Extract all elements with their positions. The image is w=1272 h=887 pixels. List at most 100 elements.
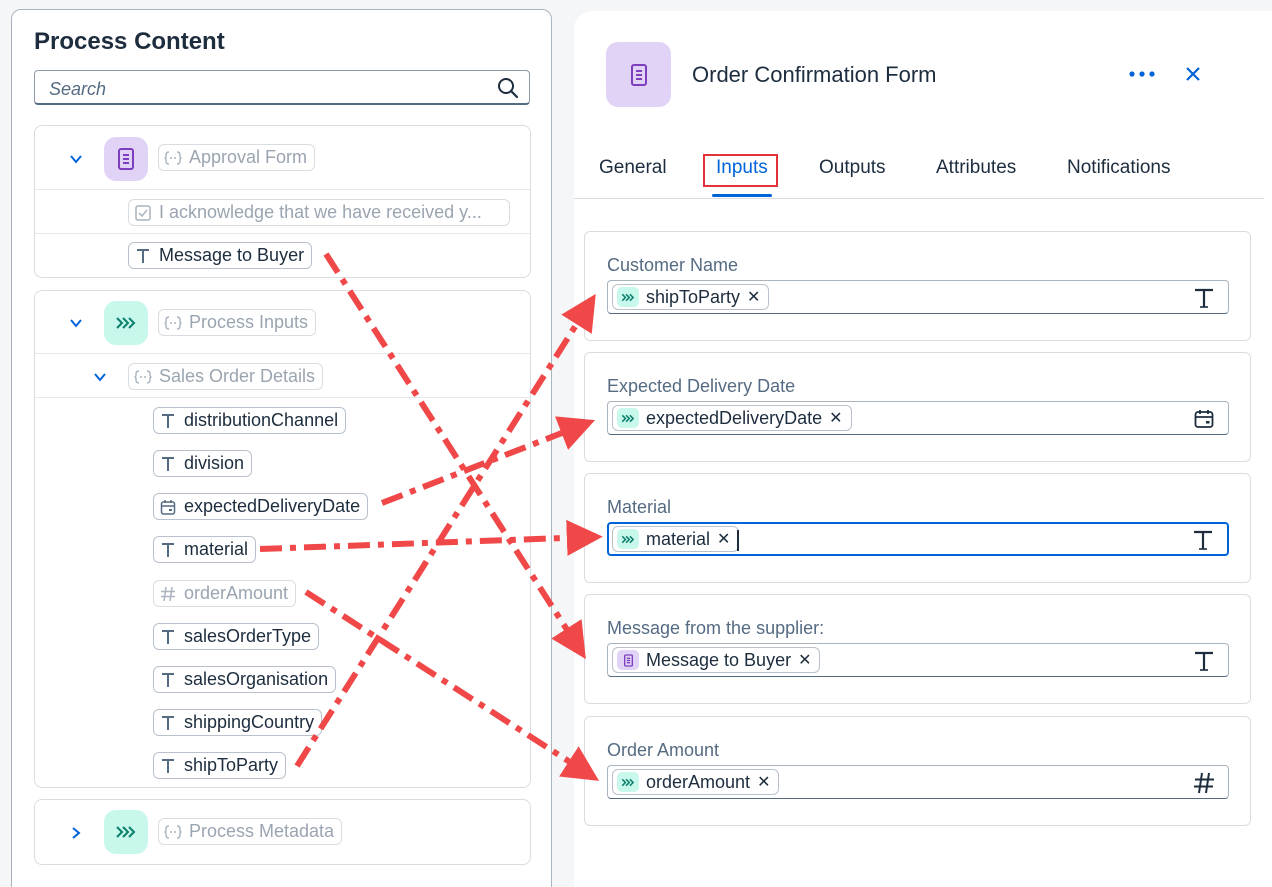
token-label: shipToParty [646, 286, 741, 307]
order-amount-token[interactable]: orderAmount [153, 580, 297, 607]
tab-notifications[interactable]: Notifications [1067, 157, 1171, 179]
search-input[interactable]: Search [34, 70, 530, 105]
ship-to-party-token[interactable]: shipToParty [153, 752, 287, 779]
divider [35, 189, 530, 190]
tab-outputs[interactable]: Outputs [819, 157, 886, 179]
chevron-down-icon[interactable] [93, 370, 107, 384]
text-type-icon [1192, 649, 1216, 673]
chevron-right-icon[interactable] [69, 826, 83, 840]
tab-general[interactable]: General [599, 157, 667, 179]
token-label: shippingCountry [184, 712, 315, 732]
tab-inputs[interactable]: Inputs [716, 157, 768, 179]
shipping-country-token[interactable]: shippingCountry [153, 709, 323, 736]
message-to-buyer-token[interactable]: Message to Buyer [128, 242, 313, 269]
customer-name-input[interactable]: shipToParty ✕ [607, 280, 1229, 314]
form-icon [606, 42, 671, 107]
process-inputs-avatar-icon [104, 301, 148, 345]
remove-token-icon[interactable]: ✕ [829, 408, 842, 428]
token-label: salesOrganisation [184, 669, 329, 689]
sales-order-type-token[interactable]: salesOrderType [153, 623, 320, 650]
text-type-icon [159, 757, 177, 775]
more-options-button[interactable] [1124, 63, 1160, 85]
token-label: Message to Buyer [646, 649, 792, 670]
remove-token-icon[interactable]: ✕ [717, 529, 730, 549]
text-type-icon [1191, 528, 1215, 552]
sales-order-details-token[interactable]: Sales Order Details [128, 363, 324, 390]
token-label: Message to Buyer [159, 245, 305, 265]
object-icon [164, 149, 182, 167]
text-type-icon [134, 247, 152, 265]
text-type-icon [1192, 286, 1216, 310]
mapped-token[interactable]: expectedDeliveryDate ✕ [612, 405, 852, 431]
mapped-token[interactable]: material ✕ [612, 526, 740, 552]
token-label: division [184, 453, 245, 473]
expected-delivery-date-input[interactable]: expectedDeliveryDate ✕ [607, 401, 1229, 435]
calendar-icon[interactable] [1192, 407, 1216, 431]
text-type-icon [159, 455, 177, 473]
divider [35, 397, 530, 398]
object-icon [134, 368, 152, 386]
message-from-supplier-input[interactable]: Message to Buyer ✕ [607, 643, 1229, 677]
chevron-down-icon[interactable] [69, 152, 83, 166]
material-input[interactable]: material ✕ [607, 522, 1229, 556]
text-caret [737, 530, 739, 551]
token-label: orderAmount [184, 583, 289, 603]
remove-token-icon[interactable]: ✕ [747, 287, 760, 307]
field-label: Expected Delivery Date [607, 376, 796, 396]
expected-delivery-date-token[interactable]: expectedDeliveryDate [153, 493, 369, 520]
sales-organisation-token[interactable]: salesOrganisation [153, 666, 337, 693]
tab-bar: General Inputs Outputs Attributes Notifi… [574, 151, 1264, 199]
form-icon [617, 650, 639, 670]
division-token[interactable]: division [153, 450, 253, 477]
field-material: Material material ✕ [584, 473, 1251, 583]
text-type-icon [159, 671, 177, 689]
close-icon [1186, 67, 1200, 81]
field-label: Message from the supplier: [607, 618, 825, 638]
form-avatar-icon [104, 137, 148, 181]
token-label: Sales Order Details [159, 366, 316, 386]
object-icon [164, 314, 182, 332]
token-label: distributionChannel [184, 410, 339, 430]
text-type-icon [159, 541, 177, 559]
form-details-panel: Order Confirmation Form General Inputs O… [574, 11, 1272, 887]
panel-title: Process Content [34, 28, 225, 55]
process-metadata-group: Process Metadata [34, 799, 531, 865]
field-order-amount: Order Amount orderAmount ✕ [584, 716, 1251, 826]
close-button[interactable] [1180, 61, 1206, 87]
order-amount-input[interactable]: orderAmount ✕ [607, 765, 1229, 799]
mapped-token[interactable]: orderAmount ✕ [612, 769, 780, 795]
token-label: Process Inputs [189, 312, 309, 332]
token-label: salesOrderType [184, 626, 312, 646]
form-title: Order Confirmation Form [692, 62, 937, 87]
process-metadata-token[interactable]: Process Metadata [158, 818, 343, 845]
process-input-icon [617, 408, 639, 428]
tab-attributes[interactable]: Attributes [936, 157, 1016, 179]
mapped-token[interactable]: shipToParty ✕ [612, 284, 770, 310]
text-type-icon [159, 714, 177, 732]
distribution-channel-token[interactable]: distributionChannel [153, 407, 347, 434]
text-type-icon [159, 628, 177, 646]
more-icon [1129, 71, 1155, 77]
remove-token-icon[interactable]: ✕ [757, 772, 770, 792]
field-expected-delivery-date: Expected Delivery Date expectedDeliveryD… [584, 352, 1251, 462]
object-icon [164, 823, 182, 841]
token-label: expectedDeliveryDate [184, 496, 361, 516]
process-inputs-token[interactable]: Process Inputs [158, 309, 317, 336]
search-icon[interactable] [497, 77, 519, 99]
acknowledge-token[interactable]: I acknowledge that we have received y... [128, 199, 510, 226]
material-token[interactable]: material [153, 536, 257, 563]
token-label: material [184, 539, 249, 559]
field-label: Order Amount [607, 740, 720, 760]
token-label: shipToParty [184, 755, 279, 775]
process-input-icon [617, 772, 639, 792]
approval-form-token[interactable]: Approval Form [158, 144, 316, 171]
field-label: Material [607, 497, 672, 517]
chevron-down-icon[interactable] [69, 316, 83, 330]
number-type-icon [1192, 771, 1216, 795]
search-placeholder: Search [49, 79, 107, 99]
token-label: orderAmount [646, 771, 751, 792]
process-input-icon [617, 529, 639, 549]
process-input-icon [617, 287, 639, 307]
remove-token-icon[interactable]: ✕ [798, 650, 811, 670]
mapped-token[interactable]: Message to Buyer ✕ [612, 647, 821, 673]
